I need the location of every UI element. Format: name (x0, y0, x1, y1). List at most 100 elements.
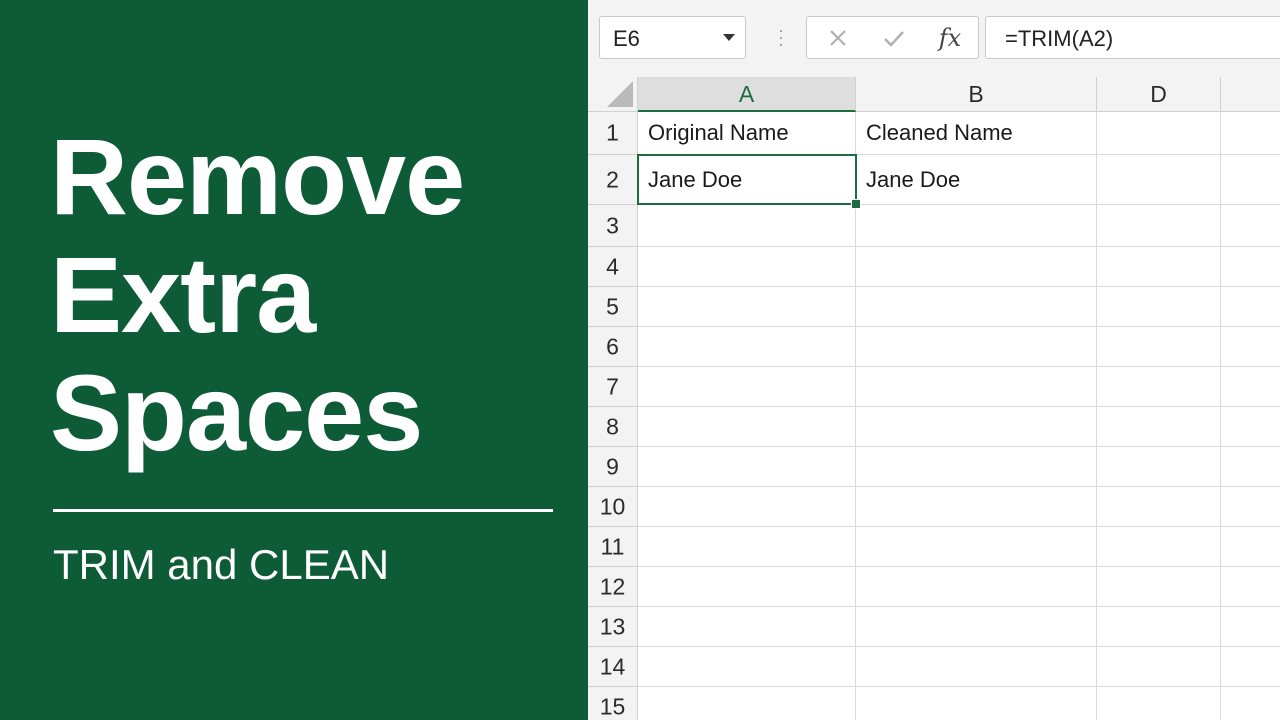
cell-b1[interactable]: Cleaned Name (856, 112, 1097, 155)
cell-b12[interactable] (856, 567, 1097, 607)
cell-e6[interactable] (1221, 327, 1280, 367)
cell-d1[interactable] (1097, 112, 1221, 155)
cell-e5[interactable] (1221, 287, 1280, 327)
insert-function-button[interactable]: fx (935, 23, 965, 53)
cell-a15[interactable] (638, 687, 856, 720)
select-all-button[interactable] (588, 77, 638, 112)
cell-b14[interactable] (856, 647, 1097, 687)
cell-a5[interactable] (638, 287, 856, 327)
cell-a13[interactable] (638, 607, 856, 647)
cell-b5[interactable] (856, 287, 1097, 327)
row-header[interactable]: 7 (588, 367, 638, 407)
cell-d8[interactable] (1097, 407, 1221, 447)
cell-d3[interactable] (1097, 205, 1221, 247)
row-header[interactable]: 9 (588, 447, 638, 487)
row-header[interactable]: 13 (588, 607, 638, 647)
cell-e2[interactable] (1221, 155, 1280, 205)
cell-e4[interactable] (1221, 247, 1280, 287)
cell-b13[interactable] (856, 607, 1097, 647)
hero-subtitle: TRIM and CLEAN (53, 541, 390, 588)
cell-e14[interactable] (1221, 647, 1280, 687)
row-header[interactable]: 10 (588, 487, 638, 527)
row-number: 14 (599, 653, 626, 679)
cell-text: Jane Doe (866, 166, 961, 192)
cell-e15[interactable] (1221, 687, 1280, 720)
cell-a7[interactable] (638, 367, 856, 407)
row-header[interactable]: 14 (588, 647, 638, 687)
cell-b4[interactable] (856, 247, 1097, 287)
cell-b8[interactable] (856, 407, 1097, 447)
cell-a10[interactable] (638, 487, 856, 527)
cell-d14[interactable] (1097, 647, 1221, 687)
cell-d13[interactable] (1097, 607, 1221, 647)
cell-d5[interactable] (1097, 287, 1221, 327)
worksheet-grid: A B D 1 Original Name Cleaned Name 2 Jane Do… (588, 77, 1280, 720)
cell-d11[interactable] (1097, 527, 1221, 567)
cell-d2[interactable] (1097, 155, 1221, 205)
cell-b15[interactable] (856, 687, 1097, 720)
cell-e1[interactable] (1221, 112, 1280, 155)
row-number: 7 (606, 373, 619, 399)
cell-d9[interactable] (1097, 447, 1221, 487)
close-icon[interactable] (823, 23, 853, 53)
row-header[interactable]: 12 (588, 567, 638, 607)
cell-b7[interactable] (856, 367, 1097, 407)
cell-a11[interactable] (638, 527, 856, 567)
name-box[interactable]: E6 (599, 16, 746, 59)
hero-title-line: Spaces (50, 352, 423, 473)
cell-d15[interactable] (1097, 687, 1221, 720)
cell-b11[interactable] (856, 527, 1097, 567)
cell-b2[interactable]: Jane Doe (856, 155, 1097, 205)
row-number: 1 (606, 119, 619, 146)
cell-e3[interactable] (1221, 205, 1280, 247)
row-header[interactable]: 3 (588, 205, 638, 247)
cell-b3[interactable] (856, 205, 1097, 247)
row-header[interactable]: 15 (588, 687, 638, 720)
cell-d10[interactable] (1097, 487, 1221, 527)
formula-actions: fx (806, 16, 979, 59)
spreadsheet-window: E6 · · · fx =TRIM(A2) A B D 1 Original N… (588, 0, 1280, 720)
check-icon[interactable] (879, 23, 909, 53)
cell-e12[interactable] (1221, 567, 1280, 607)
drag-handle-icon[interactable]: · · · (778, 21, 784, 53)
row-number: 3 (606, 212, 619, 238)
cell-d12[interactable] (1097, 567, 1221, 607)
fill-handle[interactable] (851, 199, 861, 209)
cell-a3[interactable] (638, 205, 856, 247)
cell-a9[interactable] (638, 447, 856, 487)
formula-input[interactable]: =TRIM(A2) (985, 16, 1280, 59)
cell-a2[interactable]: Jane Doe (638, 155, 856, 205)
row-header[interactable]: 2 (588, 155, 638, 205)
row-header[interactable]: 5 (588, 287, 638, 327)
cell-a8[interactable] (638, 407, 856, 447)
cell-e7[interactable] (1221, 367, 1280, 407)
cell-a1[interactable]: Original Name (638, 112, 856, 155)
cell-a12[interactable] (638, 567, 856, 607)
cell-e8[interactable] (1221, 407, 1280, 447)
cell-b10[interactable] (856, 487, 1097, 527)
name-box-value: E6 (613, 26, 640, 51)
cell-b9[interactable] (856, 447, 1097, 487)
cell-d7[interactable] (1097, 367, 1221, 407)
cell-a6[interactable] (638, 327, 856, 367)
row-header[interactable]: 4 (588, 247, 638, 287)
cell-d4[interactable] (1097, 247, 1221, 287)
cell-b6[interactable] (856, 327, 1097, 367)
cell-e13[interactable] (1221, 607, 1280, 647)
row-header[interactable]: 8 (588, 407, 638, 447)
row-header[interactable]: 6 (588, 327, 638, 367)
cell-e9[interactable] (1221, 447, 1280, 487)
row-header[interactable]: 11 (588, 527, 638, 567)
column-header-next[interactable] (1221, 77, 1280, 112)
column-header-b[interactable]: B (856, 77, 1097, 112)
cell-a14[interactable] (638, 647, 856, 687)
cell-e11[interactable] (1221, 527, 1280, 567)
cell-d6[interactable] (1097, 327, 1221, 367)
row-header[interactable]: 1 (588, 112, 638, 155)
cell-a4[interactable] (638, 247, 856, 287)
row-number: 6 (606, 333, 619, 359)
chevron-down-icon[interactable] (723, 34, 735, 41)
column-header-d[interactable]: D (1097, 77, 1221, 112)
column-header-a[interactable]: A (638, 77, 856, 112)
cell-e10[interactable] (1221, 487, 1280, 527)
